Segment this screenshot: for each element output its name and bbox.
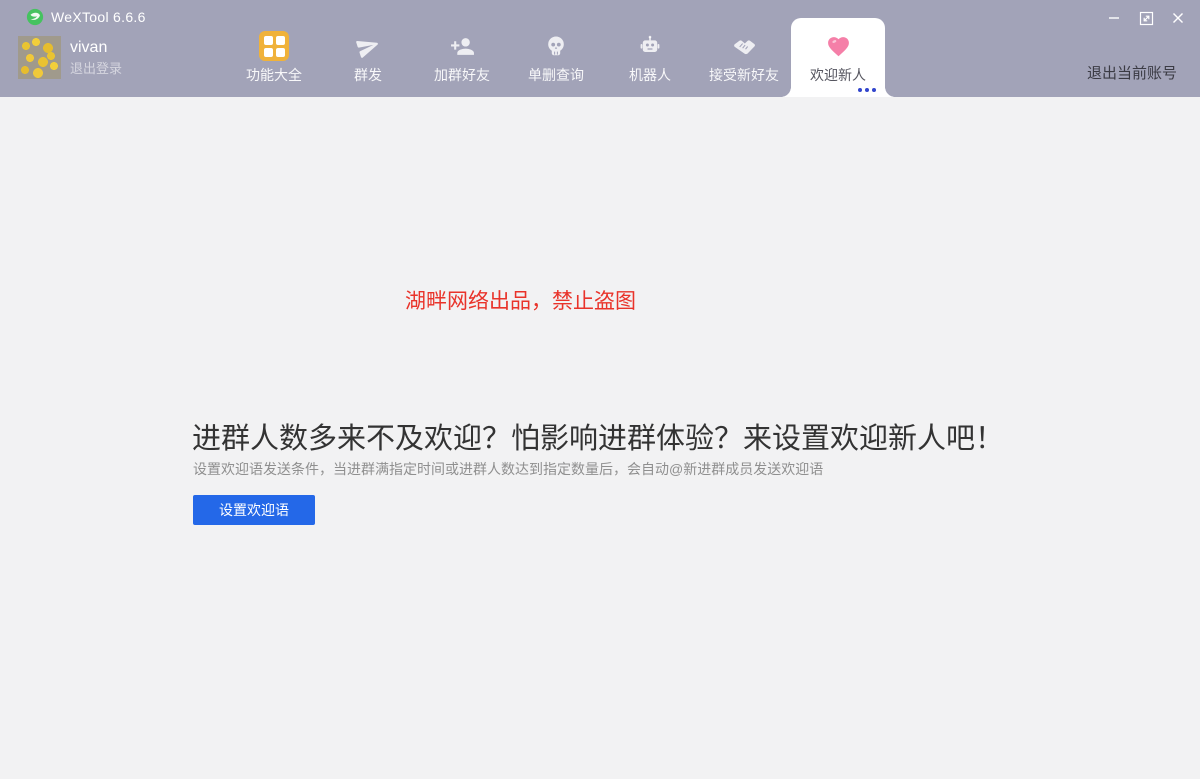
window-controls: [1098, 6, 1194, 30]
tab-label: 欢迎新人: [810, 65, 866, 85]
page-headline: 进群人数多来不及欢迎？怕影响进群体验？来设置欢迎新人吧！: [192, 415, 1004, 457]
user-block: vivan 退出登录: [18, 36, 122, 79]
logout-link[interactable]: 退出登录: [70, 61, 122, 77]
tab-features[interactable]: 功能大全: [227, 18, 321, 97]
robot-icon: [638, 30, 662, 62]
tab-welcome-new[interactable]: 欢迎新人: [791, 18, 885, 97]
tab-accept-new-friends[interactable]: 接受新好友: [697, 18, 791, 97]
watermark-text: 湖畔网络出品，禁止盗图: [405, 285, 636, 315]
skull-icon: [544, 30, 568, 62]
avatar[interactable]: [18, 36, 61, 79]
window-title: WeXTool 6.6.6: [51, 9, 146, 25]
tab-label: 功能大全: [246, 65, 302, 85]
tab-add-group-friends[interactable]: 加群好友: [415, 18, 509, 97]
tab-label: 机器人: [629, 65, 671, 85]
heart-icon: [826, 30, 851, 62]
page-description: 设置欢迎语发送条件，当进群满指定时间或进群人数达到指定数量后，会自动@新进群成员…: [193, 459, 823, 479]
tab-label: 单删查询: [528, 65, 584, 85]
tab-more-dots-icon[interactable]: [858, 88, 876, 92]
app-logo-icon: [26, 8, 44, 26]
tab-label: 接受新好友: [709, 65, 779, 85]
main-nav: 功能大全 群发 加群好友: [227, 18, 885, 97]
tab-label: 群发: [354, 65, 382, 85]
tab-mass-send[interactable]: 群发: [321, 18, 415, 97]
grid-icon: [259, 30, 289, 62]
restore-icon[interactable]: [1130, 6, 1162, 30]
paper-plane-icon: [356, 30, 381, 62]
set-welcome-message-button[interactable]: 设置欢迎语: [193, 495, 315, 525]
close-icon[interactable]: [1162, 6, 1194, 30]
logout-account-button[interactable]: 退出当前账号: [1087, 62, 1177, 83]
header-bar: WeXTool 6.6.6 vivan 退出登录: [0, 0, 1200, 97]
handshake-icon: [732, 30, 757, 62]
person-add-icon: [450, 30, 475, 62]
tab-single-delete-check[interactable]: 单删查询: [509, 18, 603, 97]
tab-label: 加群好友: [434, 65, 490, 85]
main-content: 湖畔网络出品，禁止盗图 进群人数多来不及欢迎？怕影响进群体验？来设置欢迎新人吧！…: [0, 97, 1200, 779]
user-name: vivan: [70, 38, 122, 57]
minimize-icon[interactable]: [1098, 6, 1130, 30]
tab-robot[interactable]: 机器人: [603, 18, 697, 97]
